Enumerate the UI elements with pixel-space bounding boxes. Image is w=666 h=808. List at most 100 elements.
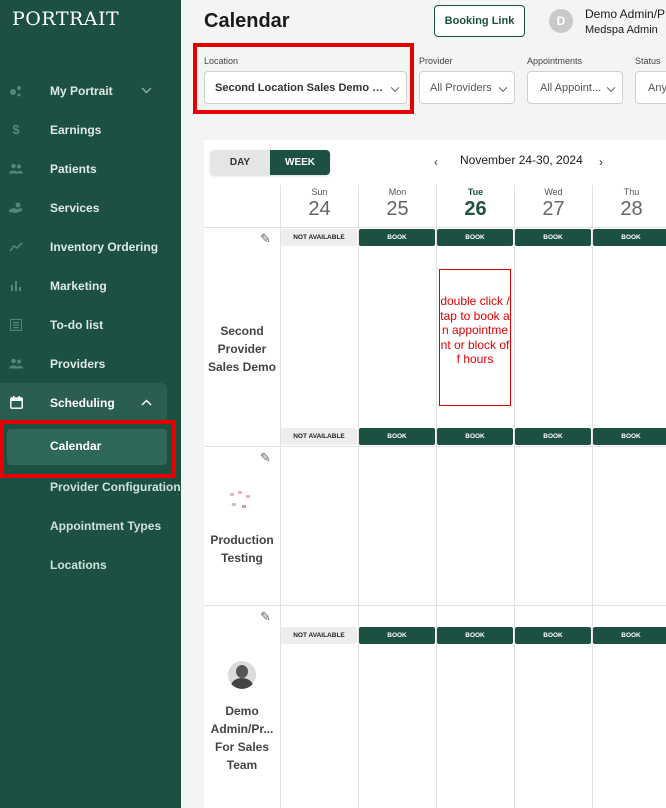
sidebar-item-patients[interactable]: Patients <box>0 149 181 188</box>
not-available-slot: NOT AVAILABLE <box>281 428 357 445</box>
book-button[interactable]: BOOK <box>359 627 435 644</box>
booking-link-button[interactable]: Booking Link <box>434 5 525 37</box>
people-icon <box>9 357 23 371</box>
book-button[interactable]: BOOK <box>515 428 591 445</box>
grid-line <box>436 185 437 808</box>
sidebar-subitem-locations[interactable]: Locations <box>0 545 181 584</box>
day-header-sun[interactable]: Sun 24 <box>280 185 358 227</box>
view-toggle: DAY WEEK <box>210 150 330 175</box>
provider-name: Demo Admin/Pr... For Sales Team <box>210 704 274 772</box>
page-title: Calendar <box>204 10 290 32</box>
week-view-button[interactable]: WEEK <box>270 150 330 175</box>
hand-icon <box>9 201 23 215</box>
chevron-up-icon <box>141 397 152 409</box>
grid-line <box>514 185 515 808</box>
user-name[interactable]: Demo Admin/P <box>585 7 665 21</box>
day-header-tue[interactable]: Tue 26 <box>436 185 514 227</box>
sidebar-subitem-calendar[interactable]: Calendar <box>0 426 181 465</box>
sidebar-item-label: Services <box>50 200 100 215</box>
location-value: Second Location Sales Demo / ST... <box>215 81 385 94</box>
provider-row-header: ✎ Second Provider Sales Demo <box>204 228 280 446</box>
sidebar-item-label: Marketing <box>50 278 107 293</box>
sidebar-item-services[interactable]: Services <box>0 188 181 227</box>
sidebar-subitem-appointment-types[interactable]: Appointment Types <box>0 506 181 545</box>
list-icon <box>9 318 23 332</box>
status-select[interactable]: Any <box>635 71 666 104</box>
chevron-down-icon <box>606 82 616 92</box>
day-view-button[interactable]: DAY <box>210 150 270 175</box>
chevron-down-icon <box>390 82 400 92</box>
book-button[interactable]: BOOK <box>515 627 591 644</box>
provider-label: Provider <box>419 56 453 66</box>
book-button[interactable]: BOOK <box>593 428 666 445</box>
day-header-wed[interactable]: Wed 27 <box>514 185 592 227</box>
not-available-slot: NOT AVAILABLE <box>281 627 357 644</box>
trend-icon <box>9 240 23 254</box>
day-date: 25 <box>386 198 409 220</box>
sidebar-item-providers[interactable]: Providers <box>0 344 181 383</box>
book-button[interactable]: BOOK <box>437 627 513 644</box>
appointments-value: All Appoint... <box>540 81 602 94</box>
people-icon <box>9 162 23 176</box>
appointments-label: Appointments <box>527 56 583 66</box>
dollar-icon: $ <box>12 122 20 137</box>
edit-pencil-icon[interactable]: ✎ <box>260 450 271 466</box>
provider-row-header: ✎ Production Testing <box>204 447 280 605</box>
sidebar-item-marketing[interactable]: Marketing <box>0 266 181 305</box>
provider-value: All Providers <box>430 81 492 94</box>
sidebar-subitem-label: Calendar <box>50 438 102 453</box>
day-name: Thu <box>623 187 640 197</box>
app-window: PORTRAIT My Portrait $ Earnings Patients <box>0 0 666 808</box>
day-date: 28 <box>620 198 643 220</box>
day-header-thu[interactable]: Thu 28 <box>592 185 666 227</box>
edit-pencil-icon[interactable]: ✎ <box>260 609 271 625</box>
day-header-mon[interactable]: Mon 25 <box>358 185 436 227</box>
appointments-select[interactable]: All Appoint... <box>527 71 623 104</box>
provider-name: Production Testing <box>210 533 274 565</box>
chevron-down-icon <box>498 82 508 92</box>
grid-line <box>592 185 593 808</box>
sidebar-item-label: Inventory Ordering <box>50 239 159 254</box>
book-button[interactable]: BOOK <box>593 229 666 246</box>
sidebar-item-label: Patients <box>50 161 97 176</box>
portrait-logo[interactable]: PORTRAIT <box>12 8 119 30</box>
day-date: 24 <box>308 198 331 220</box>
day-name: Tue <box>467 187 484 197</box>
grid-line <box>358 185 359 808</box>
provider-avatar <box>228 661 256 689</box>
sidebar-subitem-label: Locations <box>50 557 107 572</box>
sidebar-item-earnings[interactable]: $ Earnings <box>0 110 181 149</box>
provider-select[interactable]: All Providers <box>419 71 515 104</box>
book-button[interactable]: BOOK <box>359 428 435 445</box>
sidebar-item-scheduling[interactable]: Scheduling <box>0 383 167 422</box>
status-value: Any <box>648 81 666 94</box>
location-select[interactable]: Second Location Sales Demo / ST... <box>204 71 407 104</box>
sidebar-item-my-portrait[interactable]: My Portrait <box>0 71 181 110</box>
sidebar-item-label: Providers <box>50 356 106 371</box>
sidebar-item-label: Scheduling <box>50 395 115 410</box>
calendar-panel: DAY WEEK ‹ November 24-30, 2024 › Sun 24… <box>204 140 666 808</box>
book-button[interactable]: BOOK <box>593 627 666 644</box>
day-name: Wed <box>544 187 563 197</box>
sidebar-subitem-provider-configuration[interactable]: Provider Configuration <box>0 467 181 506</box>
book-button[interactable]: BOOK <box>437 428 513 445</box>
previous-week-button[interactable]: ‹ <box>434 155 438 169</box>
sidebar-item-label: Earnings <box>50 122 102 137</box>
sidebar-subitem-label: Appointment Types <box>50 518 162 533</box>
edit-pencil-icon[interactable]: ✎ <box>260 231 271 247</box>
day-date: 27 <box>542 198 565 220</box>
book-button[interactable]: BOOK <box>515 229 591 246</box>
booking-hint-callout: double click / tap to book an appointmen… <box>439 269 511 406</box>
chevron-down-icon <box>141 85 152 97</box>
date-range: November 24-30, 2024 <box>460 153 583 167</box>
avatar[interactable]: D <box>549 9 573 33</box>
book-button[interactable]: BOOK <box>437 229 513 246</box>
sidebar-item-inventory-ordering[interactable]: Inventory Ordering <box>0 227 181 266</box>
sidebar-item-to-do-list[interactable]: To-do list <box>0 305 181 344</box>
book-button[interactable]: BOOK <box>359 229 435 246</box>
location-label: Location <box>204 56 239 66</box>
day-name: Mon <box>388 187 407 197</box>
next-week-button[interactable]: › <box>599 155 603 169</box>
provider-row-header: ✎ Demo Admin/Pr... For Sales Team <box>204 606 280 808</box>
provider-photo <box>228 491 256 513</box>
